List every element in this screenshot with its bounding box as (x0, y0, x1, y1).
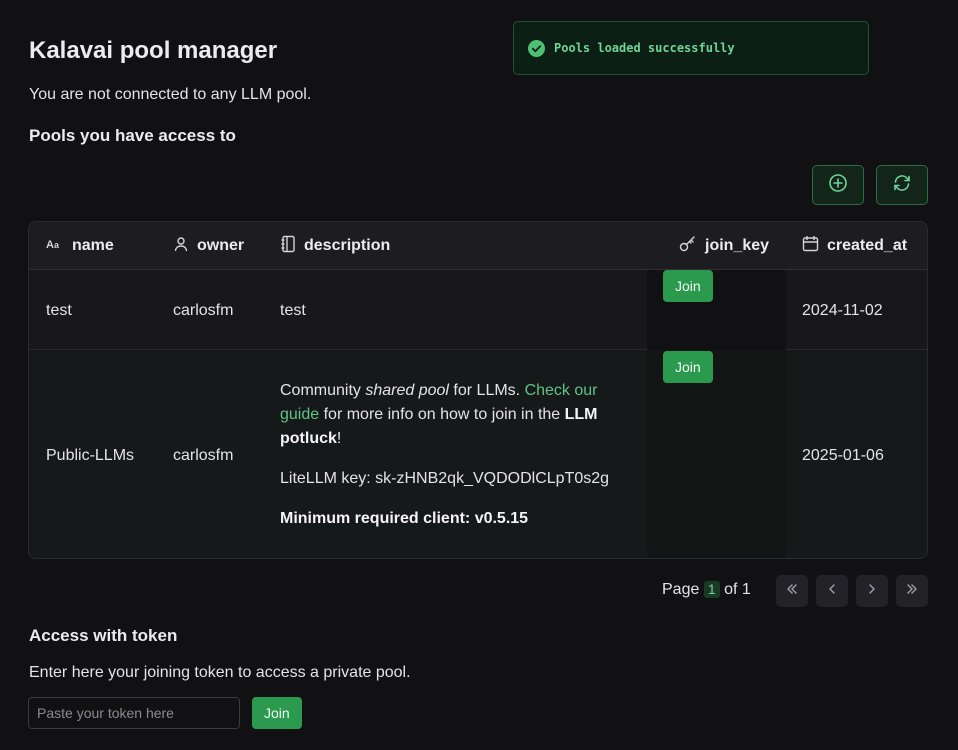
pools-table: Aa name owner description join_key creat… (28, 221, 928, 559)
column-label: owner (197, 237, 245, 254)
current-page: 1 (703, 581, 720, 598)
min-client-version: Minimum required client: v0.5.15 (280, 510, 529, 527)
page-title: Kalavai pool manager (29, 37, 278, 64)
description-paragraph: Community shared pool for LLMs. Check ou… (280, 382, 598, 447)
pool-created-at: 2025-01-06 (802, 447, 884, 464)
pool-owner: carlosfm (173, 302, 234, 319)
pagination-status: Page 1 of 1 (662, 581, 751, 598)
previous-page-button[interactable] (816, 575, 848, 607)
refresh-icon (892, 173, 912, 198)
pools-heading: Pools you have access to (29, 126, 236, 145)
refresh-button[interactable] (876, 165, 928, 205)
column-header-name[interactable]: Aa name (46, 222, 114, 270)
chevron-right-icon (865, 582, 879, 601)
chevrons-right-icon (905, 582, 919, 601)
litellm-key: LiteLLM key: sk-zHNB2qk_VQDODlCLpT0s2g (280, 470, 610, 487)
chevron-left-icon (825, 582, 839, 601)
pool-owner: carlosfm (173, 447, 234, 464)
join-pool-button[interactable]: Join (663, 351, 713, 383)
column-label: description (304, 237, 391, 254)
column-label: name (72, 237, 114, 254)
table-header: Aa name owner description join_key creat… (29, 222, 927, 270)
column-label: join_key (705, 237, 770, 254)
token-heading: Access with token (29, 626, 178, 645)
chevrons-left-icon (785, 582, 799, 601)
toast-message: Pools loaded successfully (554, 41, 735, 55)
pool-name: test (46, 302, 72, 319)
svg-text:A: A (46, 239, 54, 251)
key-icon (679, 235, 697, 257)
column-header-description[interactable]: description (280, 222, 390, 270)
token-instructions: Enter here your joining token to access … (29, 664, 411, 681)
calendar-icon (802, 235, 819, 257)
user-icon (173, 236, 189, 257)
first-page-button[interactable] (776, 575, 808, 607)
column-label: created_at (827, 237, 908, 254)
add-pool-button[interactable] (812, 165, 864, 205)
check-circle-icon (528, 39, 545, 57)
pool-description: Community shared pool for LLMs. Check ou… (280, 379, 640, 547)
svg-text:a: a (54, 240, 60, 250)
column-header-created-at[interactable]: created_at (802, 222, 907, 270)
next-page-button[interactable] (856, 575, 888, 607)
join-pool-button[interactable]: Join (663, 270, 713, 302)
last-page-button[interactable] (896, 575, 928, 607)
success-toast: Pools loaded successfully (513, 21, 869, 75)
token-input[interactable] (28, 697, 240, 729)
pool-created-at: 2024-11-02 (802, 302, 883, 319)
pool-description: test (280, 302, 306, 319)
pool-name: Public-LLMs (46, 447, 135, 464)
connection-status: You are not connected to any LLM pool. (29, 86, 312, 103)
table-row: Public-LLMs carlosfm Community shared po… (29, 351, 927, 558)
text-icon: Aa (46, 237, 64, 256)
column-header-owner[interactable]: owner (173, 222, 244, 270)
notebook-icon (280, 235, 296, 258)
plus-circle-icon (828, 173, 848, 198)
table-row: test carlosfm test Join 2024-11-02 (29, 270, 927, 350)
column-header-join-key[interactable]: join_key (679, 222, 769, 270)
token-join-button[interactable]: Join (252, 697, 302, 729)
